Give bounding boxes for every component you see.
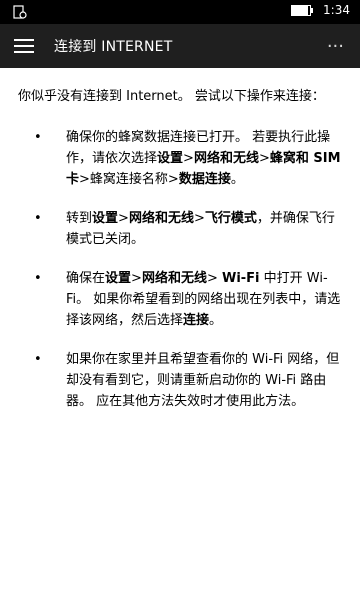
- app-bar: 连接到 INTERNET ···: [0, 24, 360, 68]
- hamburger-menu-icon[interactable]: [14, 39, 34, 53]
- bullet: •: [34, 211, 42, 226]
- keyword: 设置: [157, 151, 184, 166]
- keyword: 网络和无线: [141, 271, 207, 286]
- keyword: 飞行模式: [204, 211, 257, 226]
- battery-icon: [291, 4, 314, 16]
- page-title: 连接到 INTERNET: [54, 39, 173, 55]
- keyword: 设置: [105, 271, 132, 286]
- keyword: 数据连接: [178, 172, 231, 187]
- keyword: 连接: [183, 313, 210, 328]
- keyword: Wi-Fi: [221, 271, 260, 286]
- item-text: 转到设置>网络和无线>飞行模式，并确保飞行模式已关闭。: [66, 211, 335, 247]
- help-content: 你似乎没有连接到 Internet。 尝试以下操作来连接： • 确保你的蜂窝数据…: [0, 68, 360, 412]
- list-item: • 转到设置>网络和无线>飞行模式，并确保飞行模式已关闭。: [18, 208, 342, 250]
- bullet: •: [34, 271, 42, 286]
- list-item: • 确保你的蜂窝数据连接已打开。 若要执行此操作，请依次选择设置>网络和无线>蜂…: [18, 127, 342, 190]
- item-text: 确保你的蜂窝数据连接已打开。 若要执行此操作，请依次选择设置>网络和无线>蜂窝和…: [66, 130, 341, 187]
- bullet: •: [34, 352, 42, 367]
- keyword: 网络和无线: [193, 151, 259, 166]
- bullet: •: [34, 130, 42, 145]
- list-item: • 如果你在家里并且希望查看你的 Wi-Fi 网络，但却没有看到它，则请重新启动…: [18, 349, 342, 412]
- intro-text: 你似乎没有连接到 Internet。 尝试以下操作来连接：: [18, 89, 325, 104]
- status-time: 1:34: [323, 3, 350, 17]
- keyword: 设置: [92, 211, 119, 226]
- item-text: 确保在设置>网络和无线> Wi-Fi 中打开 Wi-Fi。 如果你希望看到的网络…: [66, 271, 341, 328]
- status-bar: 1:34: [0, 0, 360, 24]
- keyword: 网络和无线: [128, 211, 194, 226]
- instruction-list: • 确保你的蜂窝数据连接已打开。 若要执行此操作，请依次选择设置>网络和无线>蜂…: [18, 127, 342, 412]
- more-options-icon[interactable]: ···: [327, 36, 344, 57]
- notification-icon: [13, 5, 27, 19]
- item-text: 如果你在家里并且希望查看你的 Wi-Fi 网络，但却没有看到它，则请重新启动你的…: [66, 352, 340, 409]
- list-item: • 确保在设置>网络和无线> Wi-Fi 中打开 Wi-Fi。 如果你希望看到的…: [18, 268, 342, 331]
